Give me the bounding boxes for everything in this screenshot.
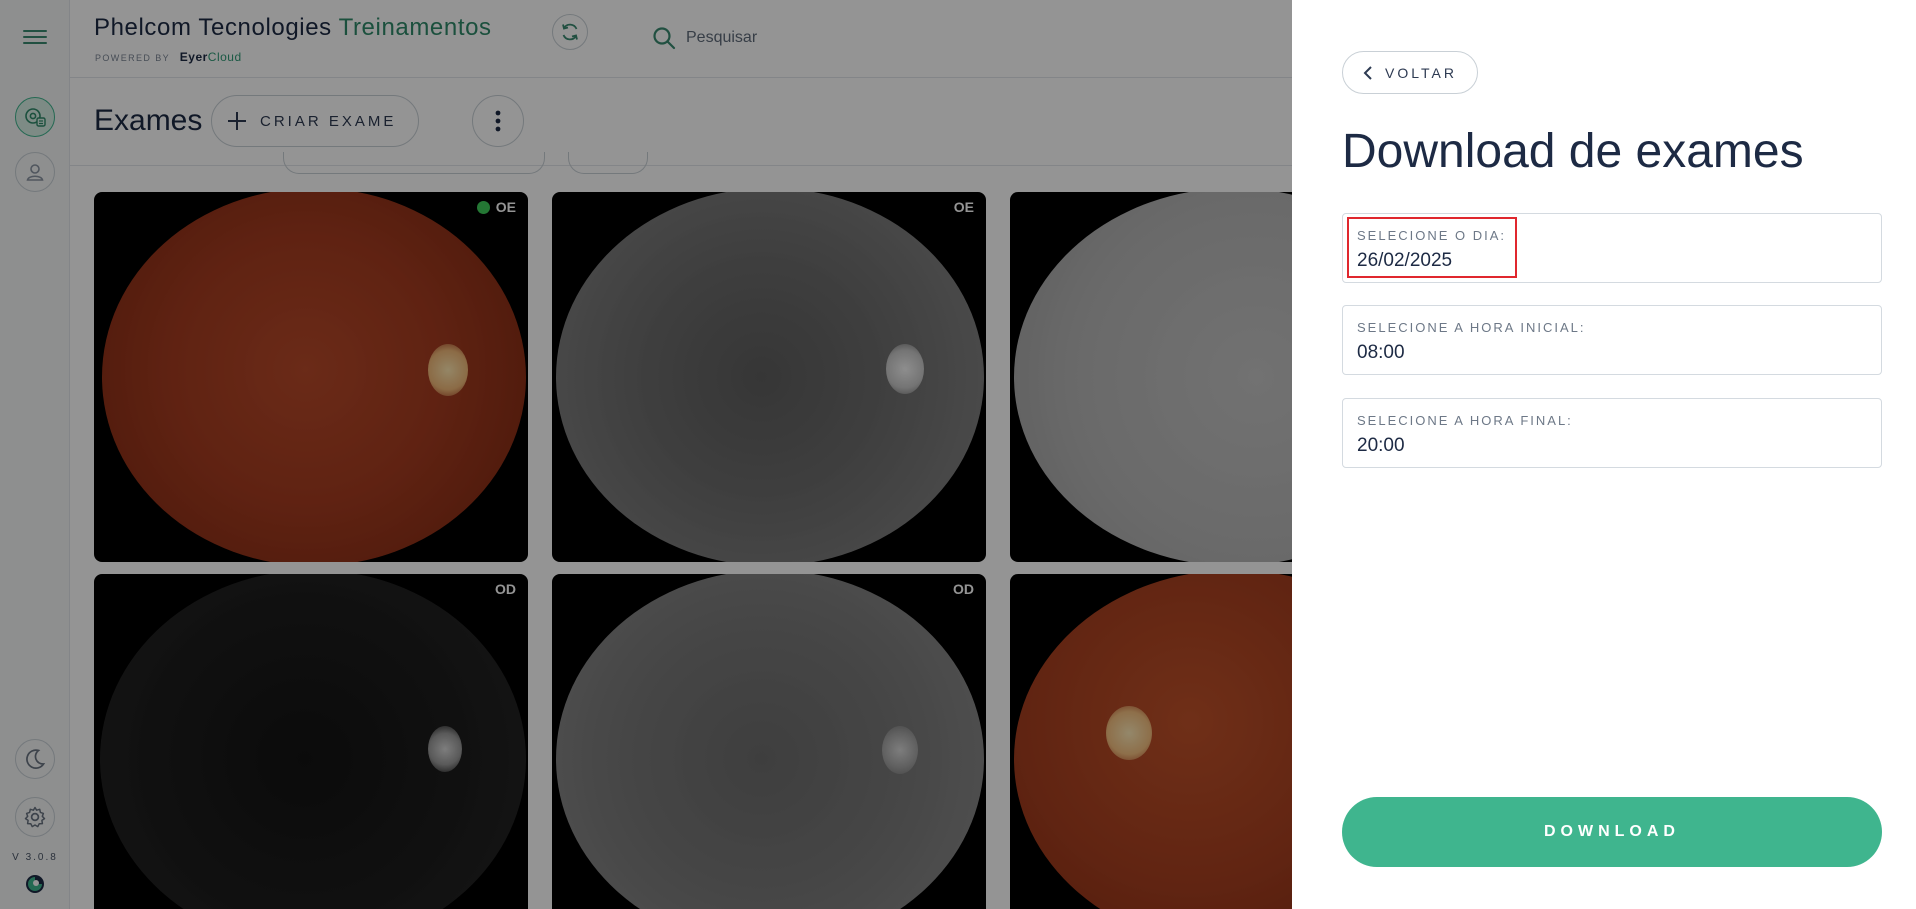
end-time-value[interactable]: 20:00 bbox=[1357, 435, 1405, 457]
end-time-field[interactable]: SELECIONE A HORA FINAL: 20:00 bbox=[1342, 398, 1882, 468]
end-time-label: SELECIONE A HORA FINAL: bbox=[1357, 413, 1573, 428]
download-panel: VOLTAR Download de exames SELECIONE O DI… bbox=[1292, 0, 1916, 909]
start-time-label: SELECIONE A HORA INICIAL: bbox=[1357, 320, 1586, 335]
chevron-left-icon bbox=[1363, 65, 1372, 80]
panel-title: Download de exames bbox=[1342, 125, 1804, 178]
back-label: VOLTAR bbox=[1385, 64, 1457, 81]
date-field[interactable]: SELECIONE O DIA: 26/02/2025 bbox=[1342, 213, 1882, 283]
highlight-box bbox=[1347, 217, 1517, 278]
back-button[interactable]: VOLTAR bbox=[1342, 51, 1478, 94]
start-time-value[interactable]: 08:00 bbox=[1357, 342, 1405, 364]
start-time-field[interactable]: SELECIONE A HORA INICIAL: 08:00 bbox=[1342, 305, 1882, 375]
modal-backdrop[interactable] bbox=[0, 0, 1292, 909]
download-button[interactable]: DOWNLOAD bbox=[1342, 797, 1882, 867]
